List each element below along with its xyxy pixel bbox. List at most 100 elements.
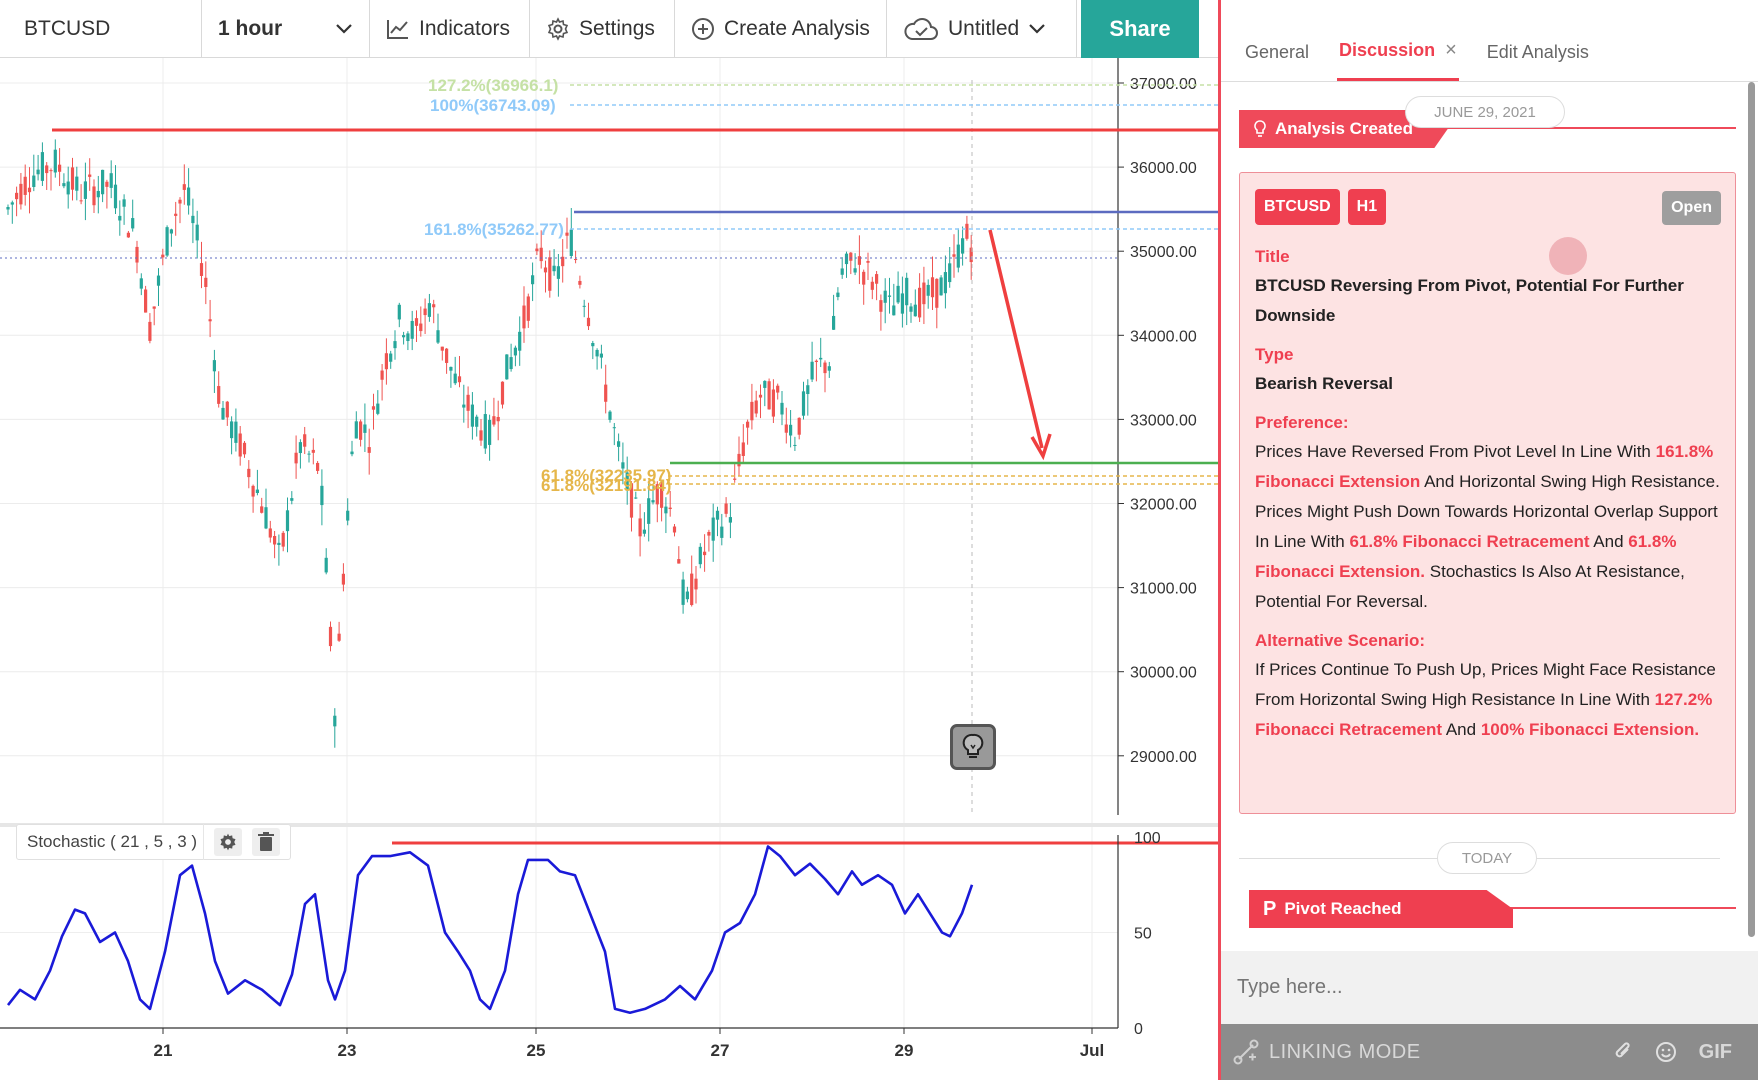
candle-body (182, 184, 186, 190)
candle-body (105, 181, 109, 187)
analysis-card[interactable]: BTCUSD H1 Open Title BTCUSD Reversing Fr… (1239, 172, 1736, 814)
candle-body (350, 451, 354, 455)
candle-body (784, 424, 788, 433)
delete-indicator-button[interactable] (252, 828, 281, 856)
linking-mode-bar: LINKING MODE GIF (1221, 1024, 1758, 1080)
event-line (1499, 907, 1736, 909)
settings-button[interactable]: Settings (530, 0, 675, 58)
candle-body (208, 319, 212, 322)
candle-body (905, 277, 909, 306)
candle-body (836, 292, 840, 298)
candle-body (961, 238, 965, 254)
candle-body (251, 485, 255, 497)
chart-toolbar: BTCUSD 1 hour Indicators Settings Create… (0, 0, 1220, 58)
chart-area[interactable]: 37000.00 36000.00 35000.00 34000.00 33000.00… (0, 58, 1218, 1080)
layout-dropdown[interactable]: Untitled (887, 0, 1077, 58)
candle-body (754, 400, 758, 414)
gear-icon (547, 17, 569, 41)
candle-body (70, 167, 75, 190)
preference-text-1: Prices Have Reversed From Pivot Level In… (1255, 442, 1656, 461)
interval-dropdown[interactable]: 1 hour (202, 0, 370, 58)
indicators-button[interactable]: Indicators (370, 0, 530, 58)
candle-body (88, 174, 92, 177)
price-axis-label: 35000.00 (1130, 244, 1197, 261)
candle-body (432, 304, 436, 308)
stochastic-label: Stochastic ( 21 , 5 , 3 ) (27, 824, 205, 860)
candle-body (823, 362, 827, 374)
candle-body (316, 462, 320, 471)
price-chart[interactable]: 37000.0036000.0035000.0034000.0033000.00… (0, 58, 1218, 1080)
candle-body (574, 259, 578, 261)
candle-body (586, 317, 591, 327)
tab-discussion[interactable]: Discussion × (1337, 23, 1459, 81)
close-icon[interactable]: × (1445, 39, 1457, 62)
preference-text: Prices Have Reversed From Pivot Level In… (1255, 437, 1720, 617)
candle-body (341, 573, 345, 585)
candle-body (445, 348, 449, 363)
candle-body (303, 434, 307, 447)
tab-general[interactable]: General (1243, 23, 1311, 81)
candle-body (320, 485, 324, 506)
candle-body (113, 184, 118, 209)
gif-button[interactable]: GIF (1699, 1041, 1732, 1064)
panel-scrollbar[interactable] (1748, 82, 1755, 937)
candle-body (466, 394, 470, 411)
tab-edit-label: Edit Analysis (1486, 41, 1589, 62)
candle-body (414, 318, 419, 326)
candle-body (367, 447, 371, 453)
candle-body (647, 498, 651, 524)
candle-body (857, 256, 861, 265)
candle-body (500, 381, 505, 405)
analysis-panel: General Discussion × Edit Analysis Analy… (1221, 0, 1758, 1080)
candle-body (402, 335, 406, 338)
candle-body (819, 357, 823, 360)
price-axis-label: 32000.00 (1130, 497, 1197, 514)
tab-edit-analysis[interactable]: Edit Analysis (1485, 23, 1591, 81)
candle-body (475, 416, 479, 427)
candle-body (221, 407, 225, 420)
analysis-marker-button[interactable] (950, 724, 996, 770)
candle-body (410, 320, 414, 339)
candle-body (956, 244, 960, 268)
paperclip-icon[interactable] (1613, 1041, 1633, 1063)
stoch-axis-label: 50 (1134, 926, 1152, 943)
fib-100-label: 100%(36743.09) (430, 96, 556, 115)
candle-body (242, 442, 247, 455)
candle-body (935, 278, 939, 308)
candle-body (535, 248, 539, 252)
candle-body (135, 246, 139, 263)
candle-body (281, 532, 285, 547)
candle-body (260, 506, 264, 513)
candle-body (152, 306, 156, 309)
candle-body (832, 315, 836, 330)
candle-body (483, 414, 487, 449)
alternative-text: If Prices Continue To Push Up, Prices Mi… (1255, 655, 1720, 745)
candle-body (780, 402, 784, 415)
candle-body (187, 187, 191, 206)
candle-body (32, 175, 36, 187)
date-badge: JUNE 29, 2021 (1405, 96, 1565, 128)
candle-body (797, 417, 801, 435)
share-button[interactable]: Share (1081, 0, 1199, 58)
message-input[interactable] (1221, 951, 1758, 1024)
candle-body (518, 331, 522, 351)
create-analysis-button[interactable]: Create Analysis (675, 0, 887, 58)
candle-body (156, 275, 161, 286)
candle-body (737, 453, 741, 467)
candle-body (896, 285, 900, 303)
pivot-event: P Pivot Reached (1249, 890, 1736, 930)
time-axis-label: 27 (711, 1041, 730, 1060)
candle-body (930, 277, 935, 298)
candle-body (101, 169, 105, 195)
symbol-selector[interactable]: BTCUSD (0, 0, 202, 58)
candle-body (703, 551, 707, 556)
candle-body (526, 296, 530, 321)
candle-body (672, 526, 677, 533)
candle-body (144, 289, 148, 313)
link-icon[interactable] (1233, 1039, 1259, 1065)
candle-body (346, 510, 350, 521)
emoji-icon[interactable] (1655, 1041, 1677, 1063)
time-axis-label: Jul (1080, 1041, 1105, 1060)
indicator-settings-button[interactable] (214, 828, 243, 856)
trash-icon (258, 832, 275, 851)
